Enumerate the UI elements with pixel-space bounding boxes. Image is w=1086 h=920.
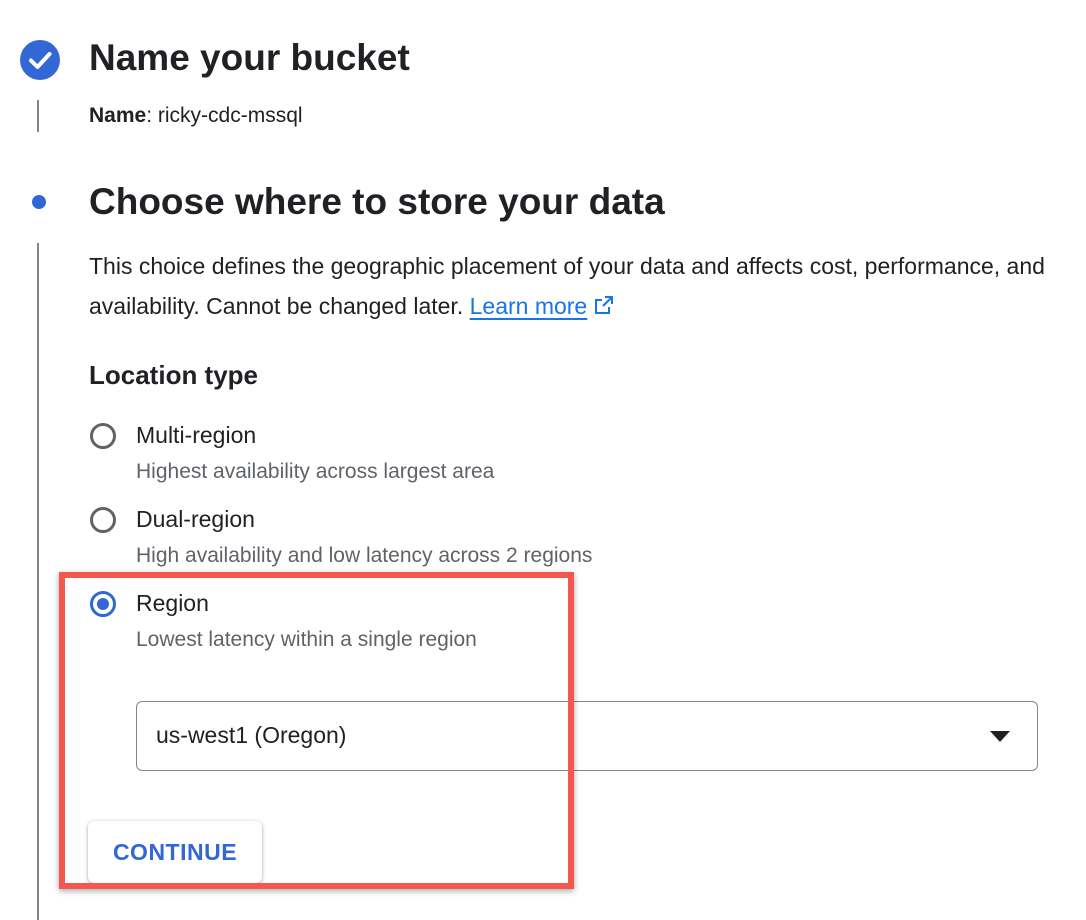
step-current-dot-icon <box>32 195 46 209</box>
multi-region-label[interactable]: Multi-region <box>136 422 256 449</box>
multi-region-radio[interactable] <box>90 423 116 449</box>
bucket-name-value: ricky-cdc-mssql <box>157 104 303 127</box>
dual-region-description: High availability and low latency across… <box>136 544 593 567</box>
bucket-name-separator: : <box>146 104 153 127</box>
continue-button[interactable]: CONTINUE <box>88 821 262 883</box>
bucket-name-label: Name <box>89 104 147 127</box>
region-select-value: us-west1 (Oregon) <box>156 722 347 748</box>
step1-title: Name your bucket <box>89 37 410 78</box>
stepper-connector <box>37 243 39 920</box>
step2-title: Choose where to store your data <box>89 181 665 222</box>
dual-region-radio[interactable] <box>90 507 116 533</box>
step-complete-check-icon <box>20 40 60 80</box>
external-link-icon[interactable] <box>593 288 615 328</box>
dropdown-arrow-icon[interactable] <box>990 731 1010 742</box>
location-type-label: Location type <box>89 360 259 390</box>
multi-region-description: Highest availability across largest area <box>136 460 495 483</box>
learn-more-link[interactable]: Learn more <box>470 293 588 319</box>
region-select[interactable]: us-west1 (Oregon) <box>136 701 1038 771</box>
step2-description: This choice defines the geographic place… <box>89 246 1049 328</box>
region-label[interactable]: Region <box>136 590 209 617</box>
region-radio[interactable] <box>90 591 116 617</box>
region-description: Lowest latency within a single region <box>136 628 477 651</box>
stepper-connector <box>37 100 39 132</box>
bucket-name-summary: Name: ricky-cdc-mssql <box>89 104 303 128</box>
dual-region-label[interactable]: Dual-region <box>136 506 255 533</box>
